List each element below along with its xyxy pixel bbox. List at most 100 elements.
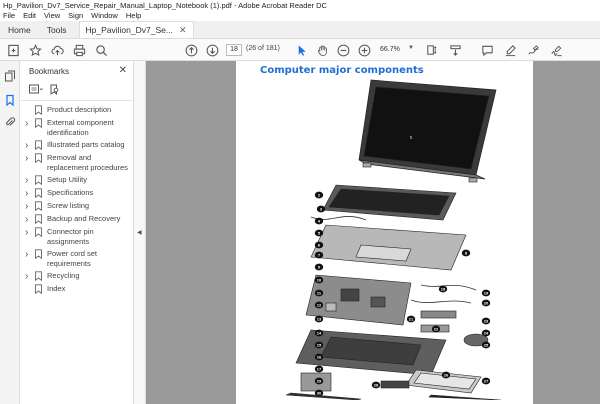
callout-marker: 27 [481, 377, 491, 385]
callout-marker: 17 [314, 365, 324, 373]
sign-icon[interactable] [549, 43, 563, 57]
menu-window[interactable]: Window [91, 11, 118, 21]
bookmark-icon[interactable] [3, 93, 17, 107]
exploded-parts-diagram: 1234567 891011121314151617181920212223242… [285, 79, 501, 400]
expand-chevron-icon[interactable]: › [25, 176, 33, 186]
print-icon[interactable] [72, 43, 86, 57]
callout-marker: 2 [314, 191, 324, 199]
callout-marker: 3 [316, 205, 326, 213]
page-number-field[interactable]: 18 [226, 44, 242, 56]
collapse-left-icon[interactable]: ◀ [137, 229, 142, 236]
bookmark-item[interactable]: › External component identification [21, 117, 133, 139]
expand-chevron-icon[interactable]: › [25, 119, 33, 129]
bookmark-options-icon[interactable] [29, 84, 43, 97]
callout-marker: 5 [314, 229, 324, 237]
highlight-pen-icon[interactable] [503, 43, 517, 57]
expand-chevron-icon[interactable]: › [25, 154, 33, 164]
bookmark-label: Recycling [47, 271, 80, 280]
expand-chevron-icon[interactable]: › [25, 228, 33, 238]
bookmark-item[interactable]: › Setup Utility [21, 174, 133, 187]
callout-marker: 15 [314, 341, 324, 349]
callout-marker: 4 [314, 217, 324, 225]
star-icon[interactable] [28, 43, 42, 57]
menu-help[interactable]: Help [126, 11, 141, 21]
bookmark-ribbon-icon [35, 249, 42, 259]
callout-number: 24 [484, 331, 489, 336]
callout-number: 19 [484, 291, 489, 296]
close-panel-icon[interactable]: ✕ [119, 65, 127, 76]
menu-sign[interactable]: Sign [68, 11, 83, 21]
document-viewer[interactable]: Computer major components 1 2 3 4 5 6 7 … [146, 61, 600, 404]
tab-document[interactable]: Hp_Pavilion_Dv7_Se... ✕ [78, 21, 194, 38]
bookmark-item[interactable]: Index [21, 283, 133, 296]
next-page-icon[interactable] [205, 43, 219, 57]
previous-page-icon[interactable] [184, 43, 198, 57]
attachment-icon[interactable] [3, 115, 17, 129]
menu-file[interactable]: File [3, 11, 15, 21]
tab-tools[interactable]: Tools [39, 21, 75, 38]
bookmark-label: Product description [47, 105, 112, 114]
bookmark-item[interactable]: › Removal and replacement procedures [21, 152, 133, 174]
expand-chevron-icon[interactable]: › [25, 272, 33, 282]
zoom-in-icon[interactable] [357, 43, 371, 57]
window-title: Hp_Pavilion_Dv7_Service_Repair_Manual_La… [0, 0, 600, 11]
callout-number: 22 [434, 327, 439, 332]
callout-number: 10 [317, 278, 322, 283]
tab-home[interactable]: Home [0, 21, 39, 38]
select-cursor-icon[interactable] [294, 43, 308, 57]
callout-marker: 6 [314, 241, 324, 249]
bookmark-list: Product description › External component i… [21, 101, 133, 296]
callout-marker: 19 [481, 289, 491, 297]
callout-number: 13 [317, 317, 322, 322]
bookmark-item[interactable]: › Illustrated parts catalog [21, 139, 133, 152]
callout-number: 15 [317, 343, 322, 348]
page-thumbnails-icon[interactable] [3, 69, 17, 83]
menu-edit[interactable]: Edit [23, 11, 36, 21]
callout-marker: 9 [314, 263, 324, 271]
comment-icon[interactable] [480, 43, 494, 57]
expand-chevron-icon[interactable]: › [25, 250, 33, 260]
bookmark-ribbon-icon [35, 227, 42, 237]
bookmark-item[interactable]: › Backup and Recovery [21, 213, 133, 226]
callout-marker: 18 [438, 285, 448, 293]
callout-marker: 28 [371, 381, 381, 389]
cloud-upload-icon[interactable] [50, 43, 64, 57]
search-icon[interactable] [94, 43, 108, 57]
scrolling-mode-icon[interactable] [448, 43, 462, 57]
expand-chevron-icon[interactable]: › [25, 202, 33, 212]
callout-number: 30 [317, 391, 322, 396]
hand-tool-icon[interactable] [315, 43, 329, 57]
bookmark-item[interactable]: › Screw listing [21, 200, 133, 213]
zoom-out-icon[interactable] [336, 43, 350, 57]
navigation-rail [0, 61, 20, 404]
callout-marker: 11 [314, 289, 324, 297]
create-icon[interactable] [6, 43, 20, 57]
bookmark-item[interactable]: › Connector pin assignments [21, 226, 133, 248]
bookmark-label: Power cord set requirements [47, 249, 98, 268]
find-bookmark-icon[interactable] [49, 84, 60, 97]
callout-marker: 25 [481, 341, 491, 349]
bookmark-ribbon-icon [35, 188, 42, 198]
fit-page-icon[interactable] [424, 43, 438, 57]
bookmark-item[interactable]: › Specifications [21, 187, 133, 200]
callout-marker: 21 [406, 315, 416, 323]
close-tab-icon[interactable]: ✕ [179, 25, 187, 36]
expand-chevron-icon[interactable]: › [25, 189, 33, 199]
bookmark-item[interactable]: › Recycling [21, 270, 133, 283]
zoom-field[interactable]: 66.7% [380, 44, 408, 56]
bookmark-item[interactable]: › Power cord set requirements [21, 248, 133, 270]
expand-chevron-icon[interactable]: › [25, 141, 33, 151]
panel-collapse-bar[interactable]: ◀ [134, 61, 146, 404]
bookmark-label: Screw listing [47, 201, 90, 210]
menu-view[interactable]: View [44, 11, 60, 21]
expand-chevron-icon[interactable]: › [25, 215, 33, 225]
zoom-dropdown-icon[interactable]: ▼ [408, 45, 414, 51]
callout-number: 23 [484, 319, 489, 324]
bookmark-item[interactable]: Product description [21, 104, 133, 117]
callout-marker: 14 [314, 329, 324, 337]
callout-marker: 13 [314, 315, 324, 323]
bookmark-label: External component identification [47, 118, 114, 137]
callout-number: 21 [409, 317, 414, 322]
draw-icon[interactable] [526, 43, 540, 57]
bookmark-label: Specifications [47, 188, 94, 197]
